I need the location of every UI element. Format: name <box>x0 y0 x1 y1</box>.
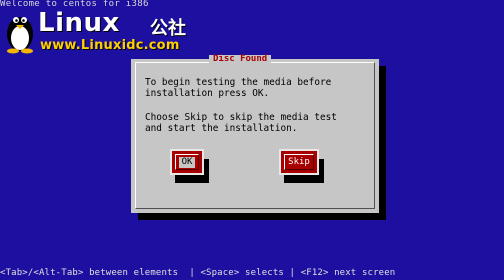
skip-button-label: Skip <box>288 156 310 167</box>
dialog-title: Disc Found <box>209 55 272 64</box>
logo-brand: Linux <box>38 8 120 38</box>
dialog-message-skip: Choose Skip to skip the media test and s… <box>145 112 337 134</box>
disc-found-dialog: Disc Found To begin testing the media be… <box>131 55 379 213</box>
ok-button-label: OK <box>178 156 196 168</box>
logo-url: www.Linuxidc.com <box>40 38 180 53</box>
dialog-message-test: To begin testing the media before instal… <box>145 77 332 99</box>
ok-button[interactable]: OK <box>170 149 204 175</box>
key-help-bar: <Tab>/<Alt-Tab> between elements | <Spac… <box>0 268 396 278</box>
logo-brand-cn: 公社 <box>150 18 186 39</box>
linux-logo: Linux 公社 www.Linuxidc.com <box>4 8 204 54</box>
skip-button[interactable]: Skip <box>279 149 319 175</box>
tux-penguin-icon <box>7 17 33 54</box>
